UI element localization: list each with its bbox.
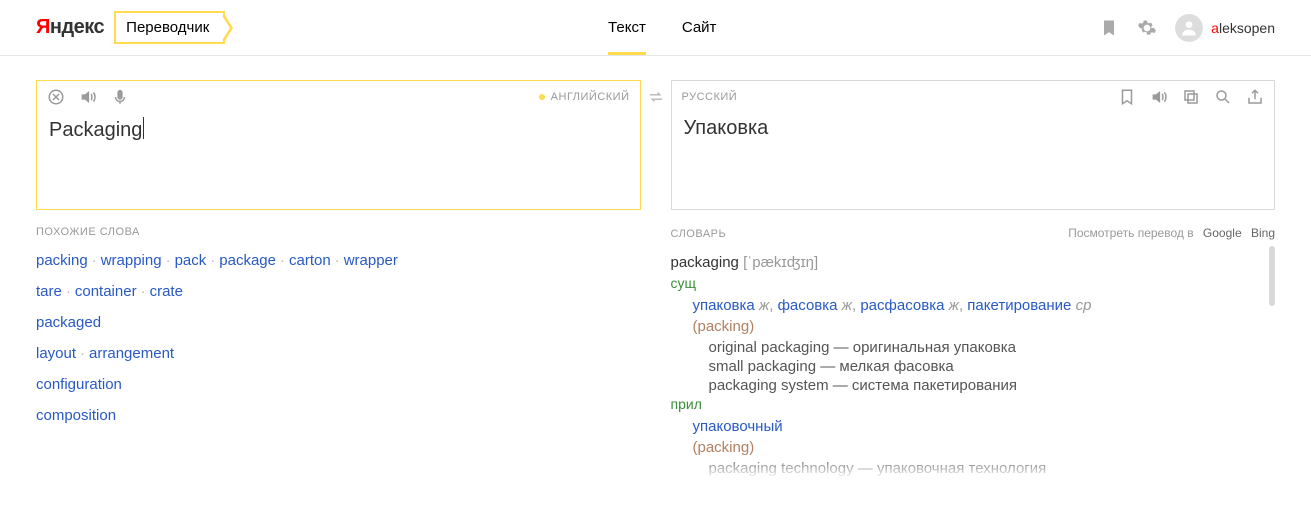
nav-text[interactable]: Текст	[608, 1, 646, 54]
search-icon[interactable]	[1214, 88, 1232, 106]
source-box: АНГЛИЙСКИЙ Packaging	[36, 80, 641, 210]
dict-gloss: (packing)	[671, 318, 1276, 335]
dict-pos: сущ	[671, 275, 1276, 291]
similar-word[interactable]: configuration	[36, 376, 122, 393]
swap-icon[interactable]	[647, 88, 665, 106]
user-menu[interactable]: aleksopen	[1175, 14, 1275, 42]
external-google[interactable]: Google	[1203, 226, 1242, 240]
similar-row: composition	[36, 407, 641, 424]
dict-gloss: (packing)	[671, 439, 1276, 456]
service-name[interactable]: Переводчик	[114, 11, 225, 44]
dict-example: original packaging — оригинальная упаков…	[671, 339, 1276, 356]
username: aleksopen	[1211, 20, 1275, 36]
logo-rest: ндекс	[50, 16, 104, 38]
similar-word[interactable]: layout	[36, 345, 76, 362]
similar-word[interactable]: wrapping	[101, 252, 162, 269]
microphone-icon[interactable]	[111, 88, 129, 106]
logo-letter: Я	[36, 16, 50, 38]
similar-row: configuration	[36, 376, 641, 393]
speaker-output-icon[interactable]	[1150, 88, 1168, 106]
dict-headword: packaging [ˈpækɪʤɪŋ]	[671, 254, 1276, 271]
gear-icon[interactable]	[1137, 18, 1157, 38]
similar-row: layout·arrangement	[36, 345, 641, 362]
dict-translations: упаковочный	[671, 418, 1276, 435]
similar-word[interactable]: wrapper	[344, 252, 398, 269]
dict-term[interactable]: расфасовка	[860, 297, 944, 314]
similar-heading: ПОХОЖИЕ СЛОВА	[36, 226, 641, 238]
similar-word[interactable]: composition	[36, 407, 116, 424]
similar-word[interactable]: packing	[36, 252, 88, 269]
similar-word[interactable]: pack	[175, 252, 207, 269]
similar-row: packing·wrapping·pack·package·carton·wra…	[36, 252, 641, 269]
dict-term[interactable]: упаковка	[693, 297, 755, 314]
external-bing[interactable]: Bing	[1251, 226, 1275, 240]
avatar-icon	[1175, 14, 1203, 42]
detected-dot	[539, 94, 545, 100]
similar-word[interactable]: package	[219, 252, 276, 269]
target-output: Упаковка	[672, 113, 1275, 150]
copy-icon[interactable]	[1182, 88, 1200, 106]
source-lang[interactable]: АНГЛИЙСКИЙ	[539, 91, 630, 103]
similar-word[interactable]: tare	[36, 283, 62, 300]
target-box: РУССКИЙ Упаковка	[671, 80, 1276, 210]
similar-row: tare·container·crate	[36, 283, 641, 300]
dictionary-heading: СЛОВАРЬ	[671, 228, 727, 240]
dict-example: small packaging — мелкая фасовка	[671, 358, 1276, 375]
source-input[interactable]: Packaging	[37, 113, 640, 152]
dict-translations: упаковка ж, фасовка ж, расфасовка ж, пак…	[671, 297, 1276, 314]
bookmark-icon[interactable]	[1099, 18, 1119, 38]
dict-term[interactable]: фасовка	[778, 297, 838, 314]
speaker-icon[interactable]	[79, 88, 97, 106]
external-translate: Посмотреть перевод в Google Bing	[1068, 226, 1275, 240]
similar-word[interactable]: container	[75, 283, 137, 300]
yandex-logo[interactable]: Яндекс	[36, 16, 104, 39]
similar-word[interactable]: carton	[289, 252, 331, 269]
nav-site[interactable]: Сайт	[682, 1, 717, 54]
dict-term[interactable]: пакетирование	[967, 297, 1071, 314]
dict-pos: прил	[671, 396, 1276, 412]
similar-row: packaged	[36, 314, 641, 331]
similar-word[interactable]: arrangement	[89, 345, 174, 362]
clear-icon[interactable]	[47, 88, 65, 106]
similar-word[interactable]: crate	[150, 283, 183, 300]
similar-word[interactable]: packaged	[36, 314, 101, 331]
scrollbar[interactable]	[1269, 246, 1275, 306]
bookmark-output-icon[interactable]	[1118, 88, 1136, 106]
share-icon[interactable]	[1246, 88, 1264, 106]
target-lang[interactable]: РУССКИЙ	[682, 91, 738, 103]
dict-example: packaging system — система пакетирования	[671, 377, 1276, 394]
dict-term[interactable]: упаковочный	[693, 418, 783, 435]
